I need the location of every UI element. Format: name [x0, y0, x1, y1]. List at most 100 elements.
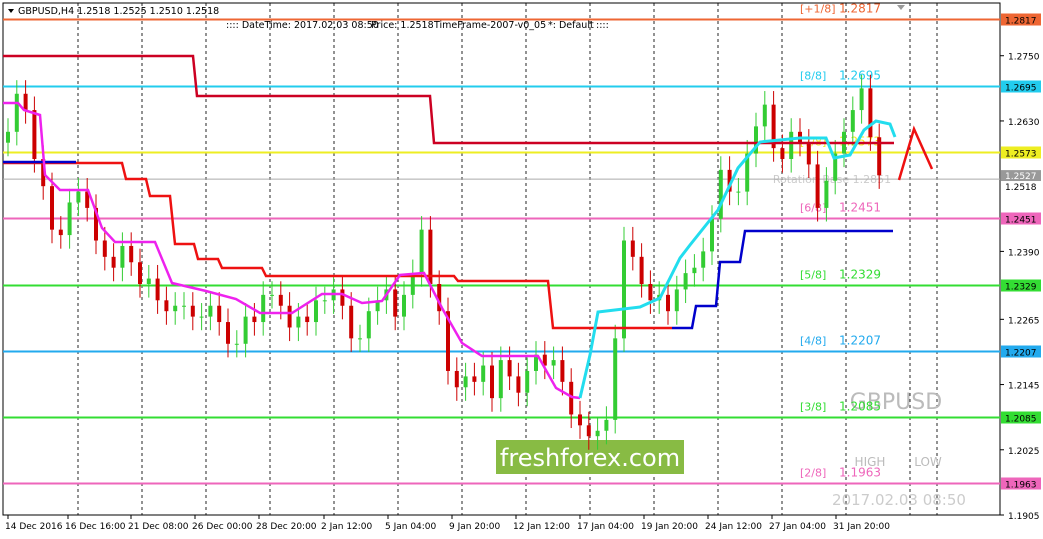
candle-body	[102, 240, 107, 257]
candle-body	[666, 294, 670, 312]
candle-body	[234, 343, 239, 345]
candle-body	[50, 186, 54, 230]
candle-body	[780, 148, 785, 159]
candle-body	[525, 370, 530, 393]
candle-body	[190, 305, 195, 317]
candle-body	[789, 131, 794, 159]
candle-body	[578, 414, 582, 426]
candle-body	[270, 294, 274, 296]
candle-body	[604, 419, 609, 431]
candle-body	[507, 360, 512, 377]
murrey-level-label: [+1/8]	[800, 3, 836, 16]
murrey-level-label: [3/8]	[800, 401, 826, 414]
bid-price-badge-text: 1.2518	[1005, 183, 1037, 193]
candle-body	[586, 425, 591, 437]
candle-body	[630, 240, 635, 257]
candle-body	[806, 142, 811, 165]
candle-body	[490, 365, 494, 399]
candle-body	[498, 360, 503, 399]
current-price-badge-text: 1.2527	[1005, 172, 1037, 182]
candle-body	[111, 256, 116, 268]
candle-body	[710, 218, 714, 252]
price-badge-text: 1.2573	[1005, 150, 1037, 160]
murrey-level-value: 1.2207	[839, 334, 881, 348]
candle-body	[481, 365, 486, 382]
price-tick-label: 1.1905	[1008, 512, 1040, 522]
candle-body	[226, 322, 230, 344]
murrey-level-label: [4/8]	[800, 335, 826, 348]
candle-body	[639, 256, 644, 285]
candle-body	[146, 278, 151, 285]
candle-body	[463, 376, 468, 388]
candle-body	[67, 202, 72, 236]
murrey-level-value: 1.2817	[839, 2, 881, 16]
price-tick-label: 1.2265	[1008, 316, 1040, 326]
price-tick-label: 1.2630	[1008, 118, 1040, 128]
candle-body	[674, 289, 679, 312]
candle-body	[859, 88, 864, 111]
candle-body	[340, 289, 345, 306]
price-tick-label: 1.2145	[1008, 382, 1040, 392]
price-badge-text: 1.2085	[1005, 415, 1037, 425]
candle-body	[419, 229, 424, 274]
price-badge-text: 1.1963	[1005, 481, 1037, 491]
candle-body	[683, 273, 688, 290]
price-badge-text: 1.2695	[1005, 84, 1037, 94]
candle-body	[23, 93, 28, 111]
time-label: 14 Dec 2016	[5, 522, 63, 532]
candle-body	[155, 278, 160, 301]
candle-body	[551, 360, 556, 366]
candle-body	[366, 311, 371, 339]
symbol-info: GBPUSD,H4 1.2518 1.2525 1.2510 1.2518	[18, 6, 219, 17]
candle-body	[173, 305, 178, 312]
time-label: 31 Jan 20:00	[833, 522, 890, 532]
default-label: *: Default	[548, 20, 594, 31]
chart-window: freshforex.com GBPUSD HIGH LOW 2017.02.0…	[0, 0, 1043, 539]
candle-body	[736, 191, 741, 193]
candle-body	[824, 180, 829, 208]
time-label: 19 Jan 20:00	[641, 522, 698, 532]
candle-body	[622, 240, 626, 339]
murrey-level-value: 1.2695	[839, 69, 881, 83]
candle-body	[138, 262, 142, 285]
murrey-level-value: 1.2451	[839, 201, 881, 215]
time-label: 21 Dec 08:00	[128, 522, 189, 532]
price-chart: freshforex.com GBPUSD HIGH LOW 2017.02.0…	[2, 2, 1041, 532]
time-label: 17 Jan 04:00	[577, 522, 634, 532]
candle-body	[358, 338, 362, 340]
price-label: Price: 1.2518	[371, 20, 434, 31]
candle-body	[217, 305, 222, 323]
murrey-level-value: 1.2329	[839, 268, 881, 282]
candle-body	[252, 316, 257, 323]
candle-body	[692, 267, 697, 274]
brand-text: freshforex.com	[500, 444, 680, 472]
candle-body	[32, 110, 37, 159]
murrey-level-value: 1.2085	[839, 400, 881, 414]
candle-body	[595, 430, 600, 437]
time-label: 16 Dec 16:00	[65, 522, 126, 532]
price-badge-text: 1.2817	[1005, 17, 1037, 27]
header-dots: ::::	[596, 20, 609, 31]
candle-body	[129, 245, 134, 263]
candle-body	[648, 284, 653, 301]
candle-body	[762, 104, 767, 127]
candle-body	[278, 294, 283, 306]
timeframe-label: TimeFrame-2007-v0_05	[433, 20, 546, 31]
candle-body	[296, 316, 301, 328]
time-label: 12 Jan 12:00	[513, 522, 570, 532]
time-label: 24 Jan 12:00	[705, 522, 762, 532]
murrey-level-label: [5/8]	[800, 269, 826, 282]
price-tick-label: 1.2390	[1008, 248, 1040, 258]
time-label: 5 Jan 04:00	[385, 522, 437, 532]
candle-body	[850, 110, 855, 132]
candle-body	[261, 294, 266, 323]
murrey-level-label: [6/8]	[800, 202, 826, 215]
datetime-label: :::: DateTime: 2017.02.03 08:50	[226, 20, 379, 31]
candle-body	[120, 245, 125, 268]
murrey-level-label: [2/8]	[800, 467, 826, 480]
candle-body	[393, 289, 398, 317]
time-label: 27 Jan 04:00	[769, 522, 826, 532]
candle-body	[76, 191, 81, 203]
time-label: 28 Dec 20:00	[256, 522, 317, 532]
watermark-datetime: 2017.02.03 08:50	[832, 491, 966, 509]
